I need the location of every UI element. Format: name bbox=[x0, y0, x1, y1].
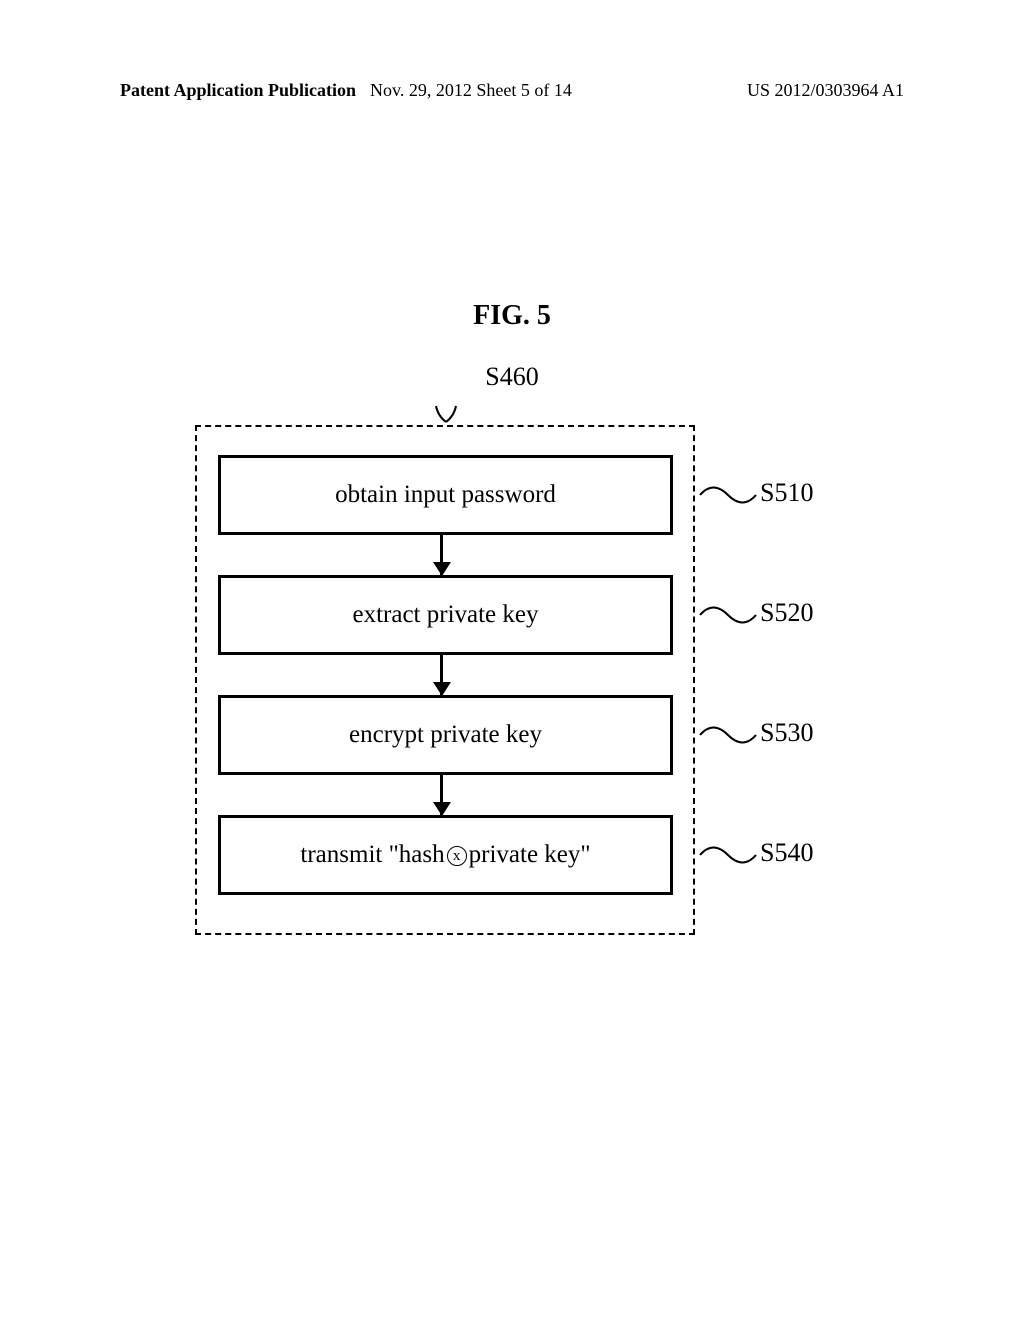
header-publication-type: Patent Application Publication bbox=[120, 80, 356, 101]
flow-arrow-icon bbox=[440, 655, 443, 695]
step-id-2: S520 bbox=[760, 598, 813, 628]
step-text: extract private key bbox=[352, 601, 538, 629]
flowchart-step-3: encrypt private key bbox=[218, 695, 673, 775]
bracket-icon bbox=[430, 396, 462, 426]
figure-title: FIG. 5 bbox=[473, 300, 551, 332]
flow-arrow-icon bbox=[440, 535, 443, 575]
step-text: transmit "hashxprivate key" bbox=[300, 841, 590, 869]
page-header: Patent Application Publication Nov. 29, … bbox=[0, 80, 1024, 101]
container-step-label: S460 bbox=[485, 362, 538, 392]
connector-curve-icon bbox=[698, 475, 758, 515]
connector-curve-icon bbox=[698, 595, 758, 635]
flowchart-step-1: obtain input password bbox=[218, 455, 673, 535]
header-publication-number: US 2012/0303964 A1 bbox=[747, 80, 904, 101]
connector-curve-icon bbox=[698, 835, 758, 875]
flowchart-step-4: transmit "hashxprivate key" bbox=[218, 815, 673, 895]
step-text: encrypt private key bbox=[349, 721, 542, 749]
step-id-4: S540 bbox=[760, 838, 813, 868]
step-id-1: S510 bbox=[760, 478, 813, 508]
flowchart-step-2: extract private key bbox=[218, 575, 673, 655]
flow-arrow-icon bbox=[440, 775, 443, 815]
xor-icon: x bbox=[447, 846, 467, 866]
step-id-3: S530 bbox=[760, 718, 813, 748]
connector-curve-icon bbox=[698, 715, 758, 755]
header-date-sheet: Nov. 29, 2012 Sheet 5 of 14 bbox=[370, 80, 572, 101]
step-text: obtain input password bbox=[335, 481, 556, 509]
